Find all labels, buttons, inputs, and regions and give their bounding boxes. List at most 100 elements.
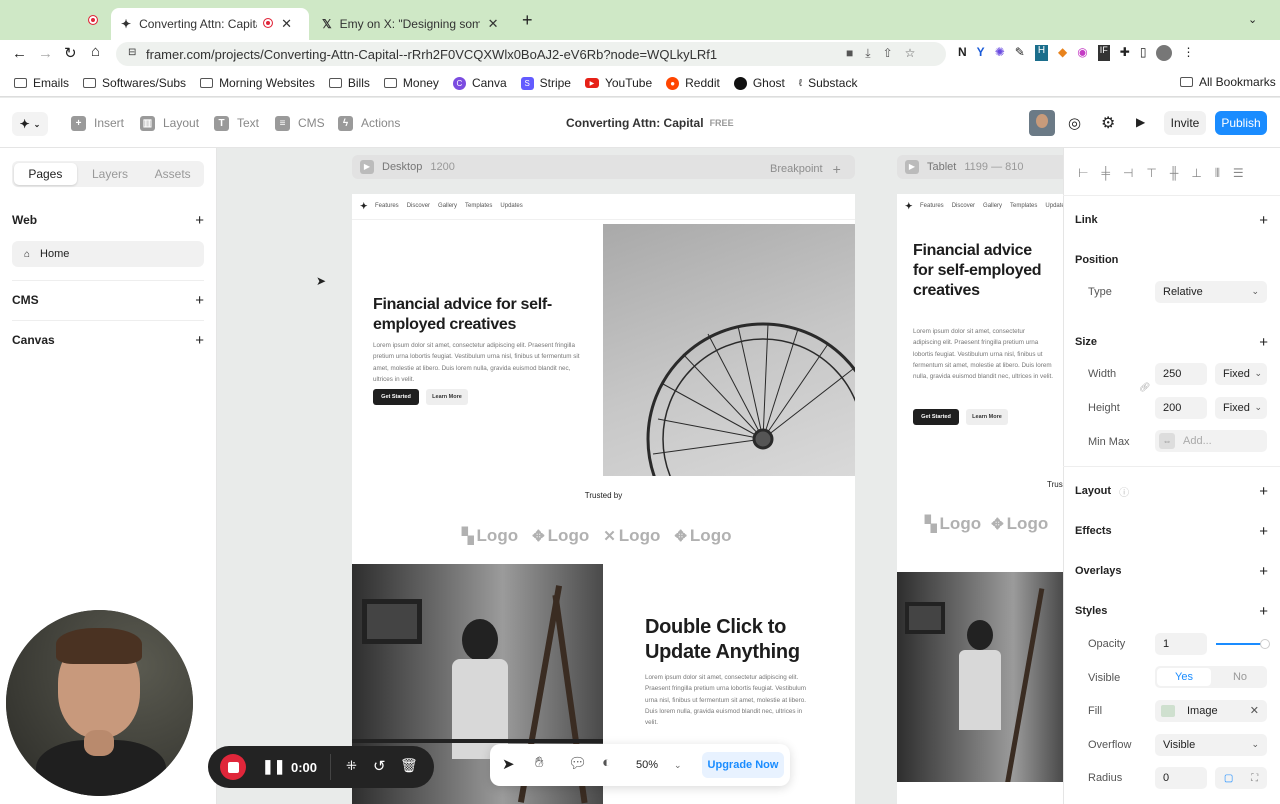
forward-icon[interactable]: → <box>38 45 53 62</box>
h-extension-icon[interactable]: H <box>1034 45 1049 61</box>
grid-icon[interactable]: ⁜ <box>346 758 357 774</box>
learn-more-button[interactable]: Learn More <box>966 409 1008 425</box>
align-center-h-icon[interactable]: ╪ <box>1101 166 1110 181</box>
comment-tool-icon[interactable]: 💬︎ <box>568 754 587 772</box>
home-icon[interactable]: ⌂ <box>91 43 100 60</box>
client-logo[interactable]: ✕ Logo <box>603 526 660 546</box>
get-started-button[interactable]: Get Started <box>373 389 419 405</box>
info-icon[interactable]: ⓘ <box>1119 484 1129 499</box>
radius-uniform-icon[interactable]: ▢ <box>1224 773 1233 784</box>
bookmark-canva[interactable]: C Canva <box>452 76 507 90</box>
bookmark-morning-websites[interactable]: Morning Websites <box>200 76 315 90</box>
invite-button[interactable]: Invite <box>1164 111 1206 135</box>
width-input[interactable]: 250 <box>1155 363 1207 385</box>
sidebar-icon[interactable]: ▯ <box>1140 45 1147 61</box>
play-icon[interactable]: ▶ <box>905 160 919 174</box>
align-bottom-icon[interactable]: ⊥ <box>1191 166 1201 181</box>
restart-icon[interactable]: ↺ <box>373 757 386 775</box>
visible-no-option[interactable]: No <box>1213 666 1267 688</box>
nav-link[interactable]: Features <box>920 203 944 209</box>
distribute-v-icon[interactable]: ☰ <box>1233 166 1244 181</box>
add-layout-icon[interactable]: + <box>1259 483 1268 500</box>
height-mode-select[interactable]: Fixed ⌄ <box>1215 397 1267 419</box>
align-left-icon[interactable]: ⊢ <box>1078 166 1088 181</box>
framer-menu-button[interactable]: ✦ ⌄ <box>12 112 48 136</box>
zoom-select[interactable]: 50% ⌄ <box>628 752 686 778</box>
add-canvas-icon[interactable]: + <box>195 332 204 349</box>
nav-link[interactable]: Gallery <box>438 203 457 209</box>
nav-link[interactable]: Templates <box>1010 203 1037 209</box>
hero-text[interactable]: Lorem ipsum dolor sit amet, consectetur … <box>373 340 583 385</box>
browser-tab-framer[interactable]: ✦ Converting Attn: Capital – ✕ <box>111 8 309 40</box>
get-started-button[interactable]: Get Started <box>913 409 959 425</box>
close-tab-icon[interactable]: ✕ <box>281 16 292 32</box>
width-mode-select[interactable]: Fixed ⌄ <box>1215 363 1267 385</box>
aspect-lock-icon[interactable]: 🔗︎ <box>1139 382 1150 393</box>
nav-link[interactable]: Updates <box>1045 203 1063 209</box>
opacity-slider-handle[interactable] <box>1260 639 1270 649</box>
tab-layers[interactable]: Layers <box>79 161 142 187</box>
height-input[interactable]: 200 <box>1155 397 1207 419</box>
add-overlay-icon[interactable]: + <box>1259 563 1268 580</box>
align-top-icon[interactable]: ⊤ <box>1146 166 1156 181</box>
metamask-extension-icon[interactable]: ◆ <box>1058 45 1067 61</box>
section2-title[interactable]: Double Click to Update Anything <box>645 615 835 665</box>
gear-icon[interactable]: ⚙ <box>1101 113 1115 133</box>
cms-button[interactable]: ≡ CMS <box>275 112 325 134</box>
extensions-puzzle-icon[interactable]: ✚ <box>1120 45 1130 61</box>
radius-input[interactable]: 0 <box>1155 767 1207 789</box>
add-breakpoint[interactable]: Breakpoint + <box>770 161 841 177</box>
desktop-frame[interactable]: ✦ Features Discover Gallery Templates Up… <box>352 194 855 804</box>
distribute-h-icon[interactable]: ⫴ <box>1215 166 1220 181</box>
opacity-input[interactable]: 1 <box>1155 633 1207 655</box>
section2-text[interactable]: Lorem ipsum dolor sit amet, consectetur … <box>645 672 815 728</box>
close-tab-icon[interactable]: ✕ <box>488 16 499 32</box>
browser-menu-icon[interactable]: ⋮ <box>1182 45 1194 61</box>
learn-more-button[interactable]: Learn More <box>426 389 468 405</box>
trusted-by-label[interactable]: Trus <box>1047 480 1063 489</box>
align-center-v-icon[interactable]: ╫ <box>1170 166 1179 181</box>
align-right-icon[interactable]: ⊣ <box>1123 166 1133 181</box>
position-type-select[interactable]: Relative ⌄ <box>1155 281 1267 303</box>
hero-title[interactable]: Financial advice for self-employed creat… <box>913 241 1043 301</box>
actions-button[interactable]: ϟ Actions <box>338 112 400 134</box>
globe-icon[interactable]: ◎ <box>1068 114 1081 132</box>
nav-link[interactable]: Gallery <box>983 203 1002 209</box>
text-button[interactable]: T Text <box>214 112 259 134</box>
publish-button[interactable]: Publish <box>1215 111 1267 135</box>
site-info-icon[interactable]: ⊟ <box>128 47 136 58</box>
new-tab-icon[interactable]: + <box>522 10 533 31</box>
insert-button[interactable]: + Insert <box>71 112 124 134</box>
tablet-frame[interactable]: ✦ Features Discover Gallery Templates Up… <box>897 194 1063 804</box>
client-logo[interactable]: ✥ Logo <box>532 526 589 546</box>
bookmark-bills[interactable]: Bills <box>328 76 370 90</box>
opacity-slider[interactable] <box>1216 643 1266 645</box>
select-tool-icon[interactable]: ➤ <box>502 755 515 773</box>
pen-extension-icon[interactable]: ✎ <box>1015 45 1025 61</box>
tab-assets[interactable]: Assets <box>141 161 204 187</box>
hero-title[interactable]: Financial advice for self-employed creat… <box>373 295 573 335</box>
ferris-wheel-image[interactable] <box>603 224 855 476</box>
minmax-input[interactable]: ⇔ Add... <box>1155 430 1267 452</box>
tab-search-chevron-icon[interactable]: ⌄ <box>1248 13 1257 26</box>
bookmark-softwares[interactable]: Softwares/Subs <box>83 76 186 90</box>
client-logo[interactable]: ▚ Logo <box>462 526 518 546</box>
camera-icon[interactable]: ■ <box>846 46 853 61</box>
nav-link[interactable]: Discover <box>407 203 430 209</box>
trusted-by-label[interactable]: Trusted by <box>352 491 855 500</box>
add-effect-icon[interactable]: + <box>1259 523 1268 540</box>
layout-button[interactable]: ▥ Layout <box>140 112 199 134</box>
tab-pages[interactable]: Pages <box>14 163 77 185</box>
add-style-icon[interactable]: + <box>1259 603 1268 620</box>
vee-extension-icon[interactable]: Y <box>977 45 985 61</box>
visible-yes-option[interactable]: Yes <box>1157 668 1211 686</box>
dark-mode-icon[interactable]: ◐ <box>602 754 611 771</box>
bookmark-money[interactable]: Money <box>383 76 439 90</box>
bookmark-substack[interactable]: ℓ Substack <box>799 76 858 90</box>
radius-individual-icon[interactable]: ⛶ <box>1251 773 1258 784</box>
add-cms-icon[interactable]: + <box>195 292 204 309</box>
hand-tool-icon[interactable]: ✋︎ <box>535 754 544 771</box>
upgrade-now-button[interactable]: Upgrade Now <box>702 752 784 778</box>
client-logo[interactable]: ✥ Logo <box>991 514 1048 534</box>
bookmark-youtube[interactable]: ▶ YouTube <box>584 76 652 90</box>
